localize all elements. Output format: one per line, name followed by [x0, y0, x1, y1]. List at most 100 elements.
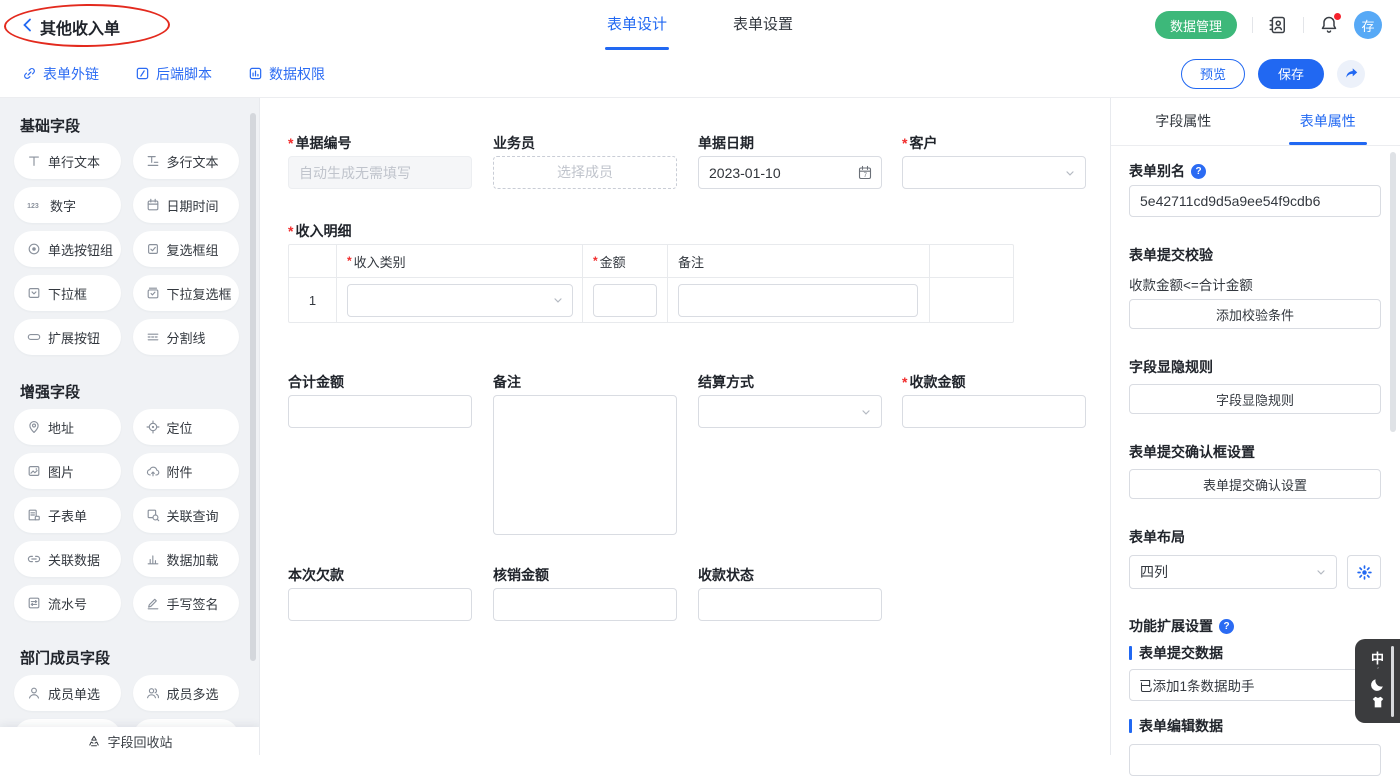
- chevron-down-icon: [1064, 167, 1076, 179]
- serial-number-icon: [27, 596, 41, 610]
- shirt-icon[interactable]: [1370, 695, 1386, 710]
- back-icon[interactable]: [20, 16, 36, 34]
- field-item-checkbox-group[interactable]: 复选框组: [133, 231, 240, 267]
- button-icon: [27, 330, 41, 344]
- field-item-multi-text[interactable]: 多行文本: [133, 143, 240, 179]
- submit-data-title: 表单提交数据: [1129, 643, 1381, 663]
- tab-form-design[interactable]: 表单设计: [607, 0, 667, 50]
- preview-button[interactable]: 预览: [1181, 59, 1245, 89]
- multi-text-icon: [146, 154, 160, 168]
- field-item-select[interactable]: 下拉框: [14, 275, 121, 311]
- blue-bar: [1129, 646, 1132, 660]
- share-arrow-icon: [1344, 66, 1359, 81]
- receipt-amount-input[interactable]: [902, 395, 1086, 428]
- field-label-settlement: 结算方式: [698, 372, 754, 392]
- field-item-number[interactable]: 123数字: [14, 187, 121, 223]
- field-item-serial-number[interactable]: 流水号: [14, 585, 121, 621]
- notification-bell-icon[interactable]: [1319, 15, 1339, 35]
- contacts-book-icon[interactable]: [1268, 15, 1288, 35]
- doc-date-input[interactable]: 7: [698, 156, 882, 189]
- related-query-icon: [146, 508, 160, 522]
- backend-script-button[interactable]: 后端脚本: [135, 50, 212, 97]
- toolbar-actions: 预览 保存: [1181, 50, 1365, 97]
- remark-cell-input[interactable]: [678, 284, 918, 317]
- page-scrollbar[interactable]: [1391, 646, 1394, 717]
- submit-data-box[interactable]: 已添加1条数据助手: [1129, 669, 1381, 701]
- visibility-rule-button[interactable]: 字段显隐规则: [1129, 384, 1381, 414]
- form-design-canvas[interactable]: *单据编号 业务员 单据日期 *客户 选择成员 7 *收入明细 *收入类别 *金…: [260, 97, 1110, 755]
- moon-icon[interactable]: [1369, 676, 1386, 693]
- multi-select-icon: [146, 286, 160, 300]
- add-validation-button[interactable]: 添加校验条件: [1129, 299, 1381, 329]
- writeoff-input[interactable]: [493, 588, 677, 621]
- field-item-multi-select[interactable]: 下拉复选框: [133, 275, 240, 311]
- field-item-signature[interactable]: 手写签名: [133, 585, 240, 621]
- edit-data-title: 表单编辑数据: [1129, 716, 1381, 736]
- field-item-divider[interactable]: 分割线: [133, 319, 240, 355]
- svg-text:123: 123: [27, 203, 39, 210]
- field-item-address[interactable]: 地址: [14, 409, 121, 445]
- total-amount-input[interactable]: [288, 395, 472, 428]
- amount-input[interactable]: [593, 284, 657, 317]
- toolbar-links: 表单外链 后端脚本 数据权限: [22, 50, 325, 97]
- tab-form-settings[interactable]: 表单设置: [733, 0, 793, 50]
- field-item-related-query[interactable]: 关联查询: [133, 497, 240, 533]
- row-index-cell: 1: [289, 278, 337, 322]
- submit-confirm-title: 表单提交确认框设置: [1129, 442, 1381, 462]
- field-item-single-text[interactable]: 单行文本: [14, 143, 121, 179]
- save-button[interactable]: 保存: [1258, 59, 1324, 89]
- tab-field-properties[interactable]: 字段属性: [1111, 97, 1256, 145]
- row-index-header: [289, 245, 337, 278]
- external-link-button[interactable]: 表单外链: [22, 50, 99, 97]
- field-item-data-load[interactable]: 数据加载: [133, 541, 240, 577]
- basic-fields-grid: 单行文本 多行文本 123数字 日期时间 单选按钮组 复选框组 下拉框 下拉复选…: [14, 143, 239, 355]
- calendar-icon: [146, 198, 160, 212]
- field-recycle-bin[interactable]: 字段回收站: [0, 727, 260, 755]
- translate-tick-mark: ʾ: [1375, 667, 1379, 674]
- income-type-select[interactable]: [347, 284, 573, 317]
- user-avatar[interactable]: 存: [1354, 11, 1382, 39]
- panel-scrollbar[interactable]: [1390, 152, 1396, 432]
- tab-form-properties[interactable]: 表单属性: [1256, 97, 1400, 145]
- edit-data-box[interactable]: [1129, 744, 1381, 776]
- field-item-related-data[interactable]: 关联数据: [14, 541, 121, 577]
- field-item-radio-group[interactable]: 单选按钮组: [14, 231, 121, 267]
- submit-confirm-button[interactable]: 表单提交确认设置: [1129, 469, 1381, 499]
- divider: [1252, 17, 1253, 33]
- layout-settings-button[interactable]: [1347, 555, 1381, 589]
- field-item-datetime[interactable]: 日期时间: [133, 187, 240, 223]
- receipt-status-input[interactable]: [698, 588, 882, 621]
- field-item-attachment[interactable]: 附件: [133, 453, 240, 489]
- share-button[interactable]: [1337, 60, 1365, 88]
- target-icon: [146, 420, 160, 434]
- help-icon[interactable]: ?: [1191, 164, 1206, 179]
- field-item-image[interactable]: 图片: [14, 453, 121, 489]
- layout-select[interactable]: 四列: [1129, 555, 1337, 589]
- customer-select[interactable]: [902, 156, 1086, 189]
- salesman-picker[interactable]: 选择成员: [493, 156, 677, 189]
- data-permission-button[interactable]: 数据权限: [248, 50, 325, 97]
- pen-icon: [146, 596, 160, 610]
- field-item-subform[interactable]: 子表单: [14, 497, 121, 533]
- field-item-member-single[interactable]: 成员单选: [14, 675, 121, 711]
- debt-input[interactable]: [288, 588, 472, 621]
- radio-icon: [27, 242, 41, 256]
- col-header-income-type: *收入类别: [337, 245, 583, 278]
- field-label-receipt-amount: *收款金额: [902, 372, 965, 392]
- remark-textarea[interactable]: [493, 395, 677, 535]
- settlement-select[interactable]: [698, 395, 882, 428]
- form-alias-input[interactable]: [1129, 185, 1381, 217]
- field-item-location[interactable]: 定位: [133, 409, 240, 445]
- divider-icon: [146, 330, 160, 344]
- map-pin-icon: [27, 420, 41, 434]
- validation-rule: 收款金额<=合计金额: [1129, 274, 1381, 294]
- sidebar-scrollbar[interactable]: [250, 113, 256, 661]
- enhanced-fields-grid: 地址 定位 图片 附件 子表单 关联查询 关联数据 数据加载 流水号 手写签名: [14, 409, 239, 621]
- doc-no-input[interactable]: [288, 156, 472, 189]
- recycle-icon: [87, 734, 101, 748]
- help-icon[interactable]: ?: [1219, 619, 1234, 634]
- field-item-member-multi[interactable]: 成员多选: [133, 675, 240, 711]
- data-manage-button[interactable]: 数据管理: [1155, 11, 1237, 39]
- field-item-extend-button[interactable]: 扩展按钮: [14, 319, 121, 355]
- translate-icon[interactable]: 中: [1371, 652, 1384, 665]
